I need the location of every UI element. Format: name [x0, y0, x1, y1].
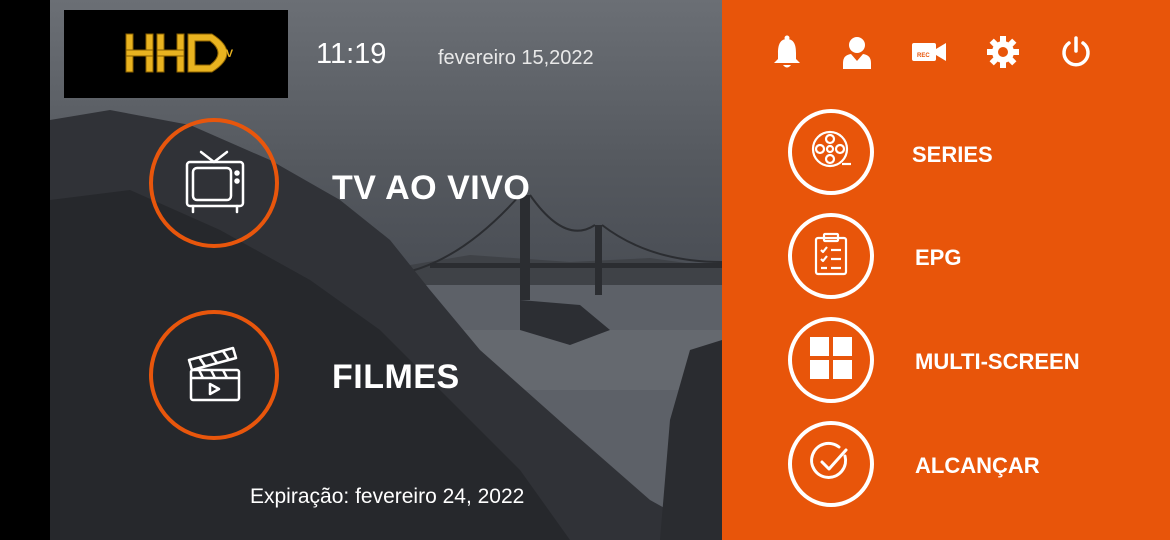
gear-icon	[986, 35, 1020, 74]
tv-icon	[179, 146, 249, 221]
catch-up-label[interactable]: ALCANÇAR	[915, 453, 1040, 479]
expiry-info: Expiração: fevereiro 24, 2022	[250, 485, 524, 509]
film-reel-icon	[809, 128, 853, 177]
profile-button[interactable]	[839, 36, 875, 72]
multi-screen-button[interactable]	[788, 317, 874, 403]
epg-label[interactable]: EPG	[915, 245, 961, 271]
live-tv-button[interactable]	[149, 118, 279, 248]
check-circle-icon	[809, 440, 853, 489]
expiry-label: Expiração:	[250, 485, 350, 508]
settings-button[interactable]	[985, 35, 1021, 74]
series-label[interactable]: SERIES	[912, 142, 993, 168]
notifications-button[interactable]	[769, 35, 805, 74]
user-icon	[841, 35, 873, 74]
movies-label[interactable]: FILMES	[332, 358, 460, 397]
right-menu-panel: REC SERIES EPG MULTI-SCREEN ALCANÇAR	[722, 0, 1170, 540]
app-logo: TV	[64, 10, 288, 98]
expiry-date: fevereiro 24, 2022	[355, 485, 525, 508]
epg-button[interactable]	[788, 213, 874, 299]
recordings-button[interactable]: REC	[911, 36, 947, 72]
current-date: fevereiro 15,2022	[438, 47, 594, 69]
live-tv-label[interactable]: TV AO VIVO	[332, 169, 530, 208]
rec-text: REC	[917, 53, 930, 59]
clock-time: 11:19	[316, 38, 387, 70]
power-icon	[1059, 35, 1093, 74]
multi-screen-label[interactable]: MULTI-SCREEN	[915, 349, 1080, 375]
series-button[interactable]	[788, 109, 874, 195]
rec-camera-icon: REC	[911, 38, 947, 71]
catch-up-button[interactable]	[788, 421, 874, 507]
clipboard-checklist-icon	[811, 232, 851, 281]
logo-tv-text: TV	[219, 48, 234, 60]
power-button[interactable]	[1058, 35, 1094, 74]
bell-icon	[771, 35, 803, 74]
clapperboard-icon	[181, 340, 247, 411]
left-black-bar	[0, 0, 50, 540]
grid-icon	[810, 336, 852, 384]
movies-button[interactable]	[149, 310, 279, 440]
